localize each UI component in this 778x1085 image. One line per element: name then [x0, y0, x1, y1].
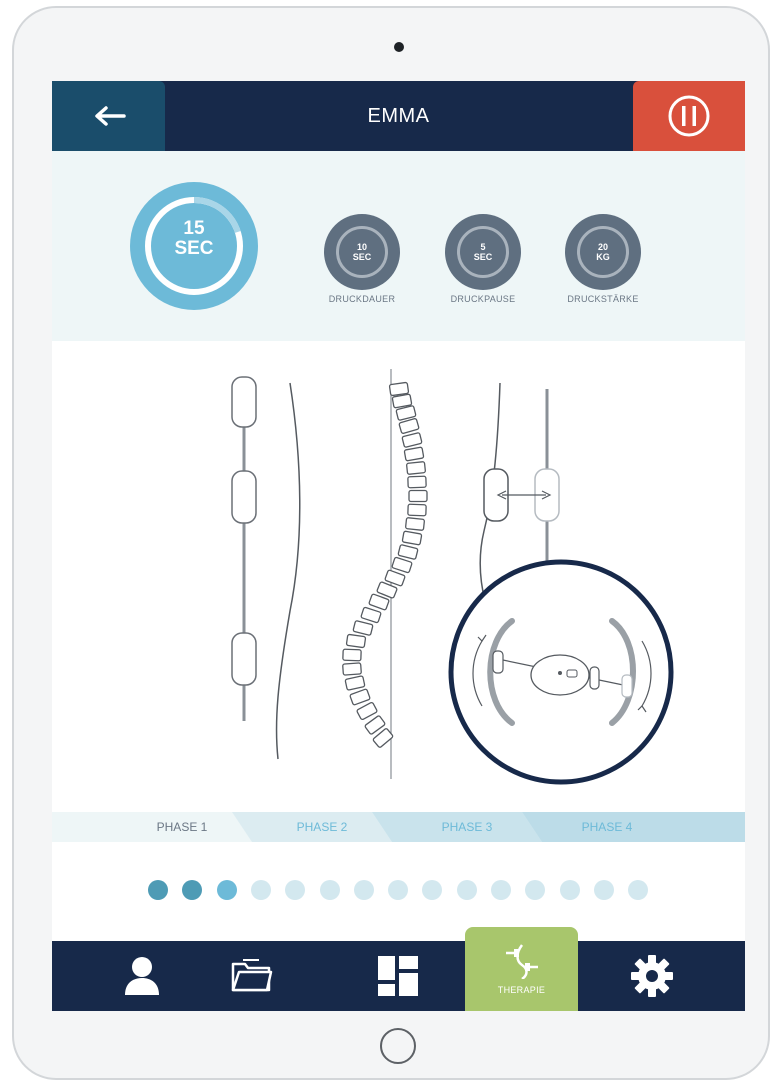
- tab-phase-1[interactable]: PHASE 1: [112, 812, 252, 842]
- vertebra: [407, 475, 427, 489]
- vertebra: [356, 701, 378, 721]
- vertebra: [407, 503, 427, 517]
- vertebra: [345, 633, 367, 649]
- progress-dot: [285, 880, 306, 900]
- progress-dot: [319, 880, 340, 900]
- vertebra: [408, 489, 428, 503]
- setting-unit: KG: [596, 252, 610, 262]
- progress-dot: [593, 880, 614, 900]
- progress-dot: [353, 880, 374, 900]
- back-button[interactable]: [52, 81, 165, 151]
- vertebra: [342, 662, 362, 676]
- arrow-left-icon: [94, 106, 126, 126]
- progress-dot: [525, 880, 546, 900]
- app-screen: EMMA 15 SEC 10 SEC DRUCKDAUER 5 SEC DRUC…: [52, 81, 745, 1011]
- home-button[interactable]: [380, 1028, 416, 1064]
- vertebra: [401, 432, 423, 448]
- vertebra: [352, 620, 374, 636]
- timer-unit: SEC: [174, 238, 214, 259]
- nav-settings[interactable]: [592, 941, 712, 1011]
- setting-readout: 10 SEC: [324, 214, 400, 290]
- progress-dot: [182, 880, 203, 900]
- pause-icon: [668, 95, 710, 137]
- tab-phase-2[interactable]: PHASE 2: [252, 812, 392, 842]
- setting-value: 20: [597, 242, 608, 252]
- progress-dot: [422, 880, 443, 900]
- nav-therapy-label: THERAPIE: [497, 985, 546, 995]
- vertebra: [360, 606, 382, 624]
- vertebra: [349, 688, 371, 706]
- spine-illustration: [231, 369, 674, 785]
- folder-icon: [231, 959, 273, 992]
- setting-label: DRUCKSTÄRKE: [567, 294, 639, 304]
- setting-value: 10: [356, 242, 367, 252]
- progress-dot: [559, 880, 580, 900]
- nav-therapy[interactable]: THERAPIE: [465, 927, 578, 1011]
- timer-readout: 15 SEC: [130, 219, 258, 259]
- vertebra: [405, 517, 425, 531]
- setting-readout: 20 KG: [565, 214, 641, 290]
- vertebra: [391, 556, 413, 574]
- nav-dashboard[interactable]: [338, 941, 458, 1011]
- vertebra: [403, 446, 425, 462]
- vertebra: [391, 393, 413, 409]
- top-bar: EMMA: [52, 81, 745, 151]
- therapy-illustration: [52, 341, 745, 811]
- progress-dot: [216, 880, 237, 900]
- progress-dot: [250, 880, 271, 900]
- vertebra: [388, 381, 410, 397]
- setting-pause[interactable]: 5 SEC: [445, 214, 521, 290]
- nav-patient[interactable]: [82, 941, 202, 1011]
- therapy-icon: [505, 944, 538, 979]
- progress-dot: [388, 880, 409, 900]
- progress-dots: [52, 877, 745, 907]
- setting-unit: SEC: [352, 252, 372, 262]
- setting-duration[interactable]: 10 SEC: [324, 214, 400, 290]
- vertebra: [342, 648, 362, 662]
- timer-value: 15: [183, 218, 205, 239]
- vertebra: [401, 530, 423, 546]
- tab-phase-3[interactable]: PHASE 3: [392, 812, 542, 842]
- vertebra: [398, 418, 420, 434]
- camera: [394, 42, 404, 52]
- nav-documents[interactable]: [192, 941, 312, 1011]
- progress-dot: [491, 880, 511, 900]
- progress-dot: [148, 880, 168, 900]
- progress-dot: [628, 880, 649, 900]
- setting-label: DRUCKDAUER: [328, 294, 396, 304]
- page-title: EMMA: [367, 105, 430, 127]
- bottom-navigation: THERAPIE: [52, 927, 745, 1011]
- gear-icon: [631, 955, 673, 997]
- tab-phase-4[interactable]: PHASE 4: [542, 812, 672, 842]
- pause-button[interactable]: [633, 81, 745, 151]
- progress-dot: [456, 880, 477, 900]
- vertebra: [397, 544, 419, 560]
- setting-readout: 5 SEC: [445, 214, 521, 290]
- vertebra: [406, 461, 426, 475]
- setting-unit: SEC: [473, 252, 493, 262]
- user-icon: [125, 957, 159, 995]
- dashboard-icon: [378, 956, 418, 996]
- vertebra: [344, 675, 366, 691]
- setting-strength[interactable]: 20 KG: [565, 214, 641, 290]
- phase-tabs: PHASE 1 PHASE 2 PHASE 3 PHASE 4: [52, 812, 745, 842]
- setting-value: 5: [480, 242, 486, 252]
- setting-label: DRUCKPAUSE: [450, 294, 516, 304]
